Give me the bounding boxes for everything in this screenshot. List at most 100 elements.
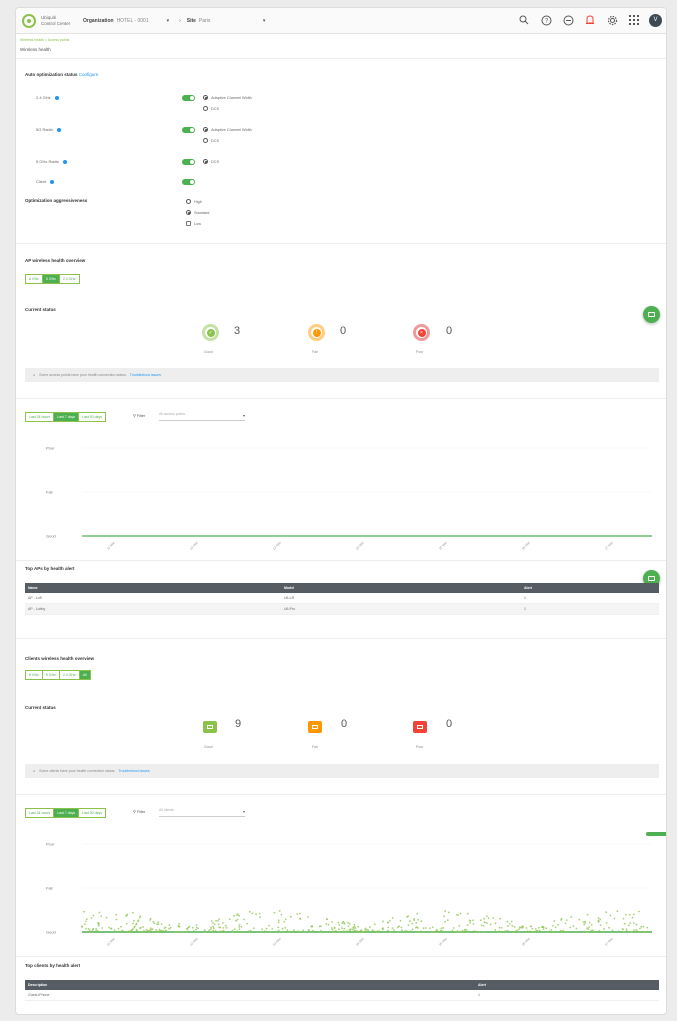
data-point: [357, 931, 359, 933]
radio-5ghz-dcs[interactable]: DCS: [203, 159, 219, 164]
band-24ghz-button[interactable]: 2.4 GHz: [59, 275, 79, 283]
data-point: [552, 924, 554, 927]
ap-good-indicator: ✓: [202, 324, 219, 341]
radio-5g-dcs[interactable]: DCS: [203, 138, 219, 143]
data-point: [337, 921, 340, 924]
toggle-2g[interactable]: [182, 95, 195, 101]
data-point: [238, 914, 241, 917]
chat-icon: [648, 576, 655, 581]
range-7d-button[interactable]: Last 7 days: [54, 413, 80, 421]
info-icon[interactable]: [62, 159, 67, 164]
range-24h-button[interactable]: Last 24 hours: [26, 413, 55, 421]
data-point: [90, 917, 93, 919]
band-5ghz-button[interactable]: 5 GHz: [42, 275, 60, 283]
info-icon[interactable]: [56, 127, 61, 132]
data-point: [562, 929, 564, 932]
column-description[interactable]: Description: [25, 983, 475, 987]
data-point: [565, 919, 568, 921]
range-24h-button[interactable]: Last 24 hours: [26, 809, 55, 817]
radio-aggr-standard[interactable]: Standard: [186, 210, 209, 215]
info-icon[interactable]: [54, 95, 59, 100]
notification-bell-icon[interactable]: [583, 13, 597, 27]
radio-2g-dcs[interactable]: DCS: [203, 106, 219, 111]
data-point: [211, 930, 214, 933]
range-30d-button[interactable]: Last 30 days: [79, 413, 105, 421]
clients-troubleshoot-link[interactable]: Troubleshoot issues: [118, 769, 149, 773]
table-row[interactable]: AP - Lobby U6-Pro 1: [25, 604, 659, 615]
data-point: [224, 924, 227, 927]
configure-link[interactable]: Configure: [79, 72, 99, 77]
data-point: [289, 915, 292, 918]
data-point: [603, 930, 605, 933]
range-7d-button[interactable]: Last 7 days: [54, 809, 80, 817]
data-point: [217, 920, 219, 922]
data-point: [163, 927, 166, 929]
apps-grid-icon[interactable]: [627, 13, 641, 27]
data-point: [373, 930, 375, 933]
band-24ghz-button[interactable]: 2.4 GHz: [59, 671, 80, 679]
gear-icon[interactable]: [605, 13, 619, 27]
chevron-down-icon[interactable]: ▾: [263, 18, 266, 24]
radio-5g-acw[interactable]: Adaptive Channel Width: [203, 127, 252, 132]
data-point: [550, 928, 553, 931]
data-point: [259, 931, 262, 933]
data-point: [435, 929, 438, 932]
table-header: Description Alert: [25, 980, 659, 990]
table-row[interactable]: AP - Loft U6-LR 1: [25, 593, 659, 604]
toggle-5g[interactable]: [182, 127, 195, 133]
data-point: [191, 926, 194, 929]
app-window: Ubiquiti Control Center Organization HOT…: [15, 7, 667, 1015]
chevron-down-icon[interactable]: ▾: [167, 18, 170, 24]
data-point: [597, 917, 600, 919]
data-point: [625, 928, 628, 930]
radio-aggr-high[interactable]: High: [186, 199, 202, 204]
data-point: [91, 930, 94, 932]
data-point: [215, 919, 218, 922]
x-tick-label: 14 Mar: [355, 540, 366, 551]
band-all-button[interactable]: All: [79, 671, 90, 679]
ap-overview-title: AP wireless health overview: [25, 258, 86, 263]
clients-filter-select[interactable]: All clients ▾: [159, 808, 245, 817]
data-point: [277, 926, 280, 929]
organization-select[interactable]: HOTEL - 0001: [117, 18, 163, 24]
toggle-client[interactable]: [182, 179, 195, 185]
data-point: [105, 916, 108, 919]
data-point: [373, 923, 376, 926]
data-point: [319, 931, 322, 933]
data-point: [235, 919, 238, 922]
column-alert[interactable]: Alert: [521, 586, 532, 590]
minus-circle-icon[interactable]: [561, 13, 575, 27]
info-icon[interactable]: [50, 179, 55, 184]
data-point: [130, 930, 133, 933]
range-30d-button[interactable]: Last 30 days: [79, 809, 105, 817]
data-point: [354, 929, 357, 932]
ap-troubleshoot-link[interactable]: Troubleshoot issues: [130, 373, 161, 377]
column-model[interactable]: Model: [281, 586, 521, 590]
column-name[interactable]: Name: [25, 586, 281, 590]
band-6ghz-button[interactable]: 6 GHz: [26, 275, 43, 283]
data-point: [265, 927, 268, 930]
data-point: [376, 930, 378, 933]
data-point: [255, 913, 257, 916]
data-point: [635, 928, 638, 931]
site-select[interactable]: Paris: [199, 18, 259, 24]
data-point: [510, 920, 513, 923]
ap-filter-select[interactable]: All access points ▾: [159, 412, 245, 421]
divider: [16, 58, 666, 59]
checkbox-aggr-low[interactable]: Low: [186, 221, 201, 226]
search-icon[interactable]: [517, 13, 531, 27]
data-point: [531, 927, 534, 930]
ap-range-selector: Last 24 hours Last 7 days Last 30 days: [25, 412, 106, 422]
toggle-5ghz-radio[interactable]: [182, 159, 195, 165]
breadcrumb-path[interactable]: Wireless health > Access points: [20, 38, 69, 42]
radio-2g-acw[interactable]: Adaptive Channel Width: [203, 95, 252, 100]
brand-subtitle: Control Center: [41, 20, 71, 26]
table-row[interactable]: Guest-iPhone 1: [25, 990, 659, 1001]
data-point: [646, 926, 649, 929]
avatar[interactable]: V: [649, 13, 662, 27]
feedback-button[interactable]: [643, 306, 660, 323]
help-icon[interactable]: ?: [539, 13, 553, 27]
band-5ghz-button[interactable]: 5 GHz: [42, 671, 60, 679]
band-6ghz-button[interactable]: 6 GHz: [26, 671, 43, 679]
column-alert[interactable]: Alert: [475, 983, 486, 987]
